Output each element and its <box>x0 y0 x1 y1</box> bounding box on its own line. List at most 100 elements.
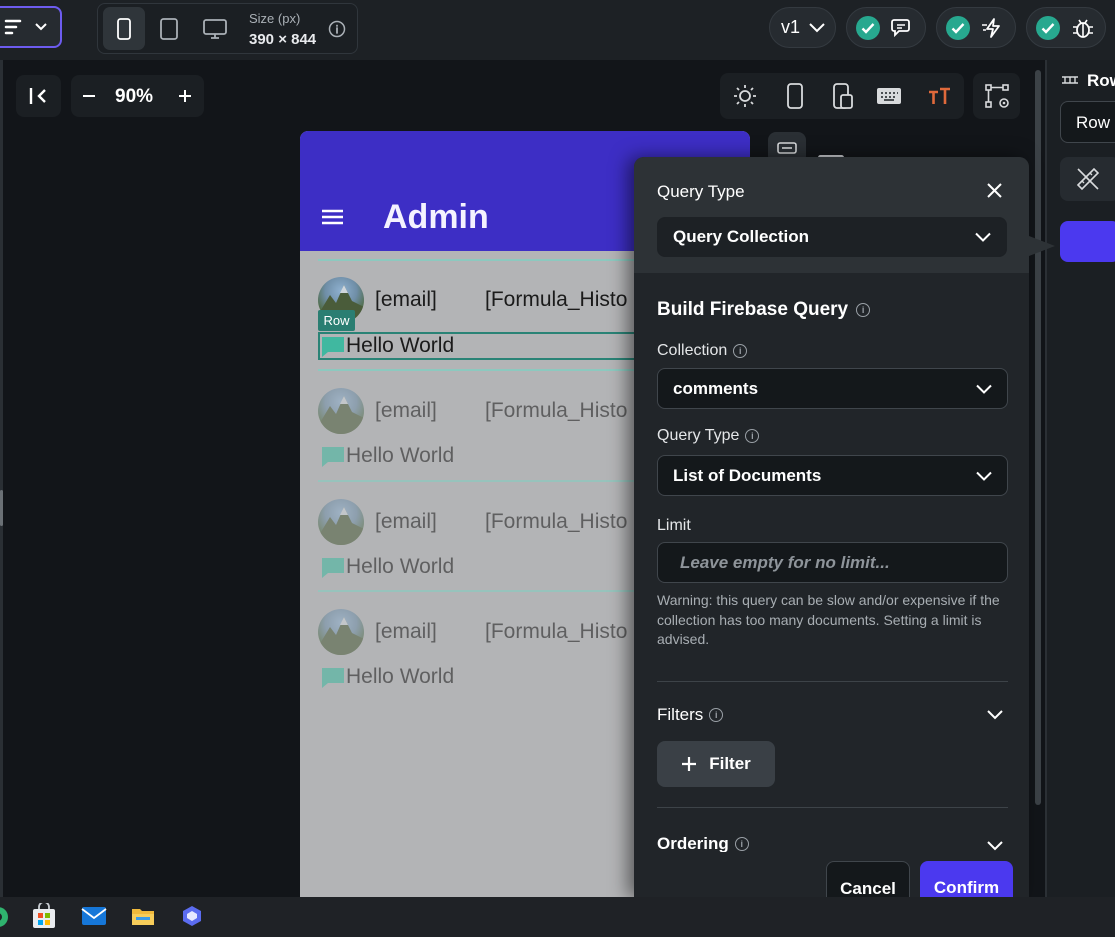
limit-warning: Warning: this query can be slow and/or e… <box>657 592 1000 647</box>
email-text: [email] <box>375 620 437 643</box>
collapse-panel-button[interactable] <box>16 75 61 117</box>
panel-edge <box>1045 60 1047 897</box>
os-taskbar <box>0 897 1115 937</box>
device-frame-icon[interactable] <box>787 83 803 109</box>
mobile-device-button[interactable] <box>103 7 145 50</box>
widget-name-field[interactable]: Row <box>1060 101 1115 143</box>
formula-text: [Formula_Histo <box>485 510 628 533</box>
desktop-device-button[interactable] <box>200 12 230 46</box>
add-filter-label: Filter <box>709 754 751 773</box>
avatar <box>318 499 364 545</box>
add-filter-button[interactable]: Filter <box>657 741 775 787</box>
message-text: Hello World <box>346 444 455 467</box>
version-label: v1 <box>781 17 801 37</box>
chevron-down-icon[interactable] <box>986 709 1004 720</box>
check-circle-icon <box>946 15 970 40</box>
left-panel-scrollbar[interactable] <box>0 490 3 526</box>
debug-status-button[interactable] <box>1026 7 1106 48</box>
desktop-icon <box>203 19 227 39</box>
message-text: Hello World <box>346 334 455 357</box>
browser-icon[interactable] <box>0 905 10 929</box>
section-title-text: Build Firebase Query <box>657 299 849 320</box>
chevron-down-icon <box>809 23 825 33</box>
query-type-header: Query Type Query Collection <box>634 157 1029 273</box>
check-circle-icon <box>1036 15 1060 40</box>
row-widget-icon <box>1062 76 1078 84</box>
version-dropdown[interactable]: v1 <box>769 7 836 48</box>
responsive-icon[interactable] <box>833 83 853 109</box>
query-dialog: Query Type Query Collection Build Fireba… <box>634 157 1029 897</box>
size-value: 390 × 844 <box>249 31 317 48</box>
limit-input[interactable]: Leave empty for no limit... <box>657 542 1008 583</box>
collection-value: comments <box>673 378 759 398</box>
menu-icon[interactable] <box>321 209 344 225</box>
limit-label: Limit <box>657 517 691 534</box>
info-icon[interactable]: i <box>734 837 749 851</box>
text-scale-icon[interactable] <box>927 86 951 106</box>
document-type-value: List of Documents <box>673 465 822 485</box>
list-item[interactable]: [email] [Formula_Histo Hello World <box>318 499 648 583</box>
chevron-down-icon <box>35 23 47 31</box>
document-type-select[interactable]: List of Documents <box>657 455 1008 496</box>
query-type-select[interactable]: Query Collection <box>657 217 1007 257</box>
query-type-value: Query Collection <box>673 227 810 246</box>
info-icon[interactable]: i <box>733 344 748 358</box>
avatar <box>318 388 364 434</box>
chat-bubble-icon <box>322 447 344 467</box>
chevron-down-icon <box>976 471 992 481</box>
copilot-icon[interactable] <box>180 904 204 928</box>
selection-tag[interactable]: Row <box>318 310 355 331</box>
filters-header[interactable]: Filters i <box>657 705 724 725</box>
chat-bubbles-icon <box>891 18 910 37</box>
cancel-button[interactable]: Cancel <box>826 861 910 897</box>
row-widget-icon <box>777 142 797 154</box>
file-explorer-icon[interactable] <box>131 906 155 926</box>
divider <box>318 590 648 592</box>
collapse-left-icon <box>29 88 46 104</box>
chat-bubble-icon <box>322 668 344 688</box>
chevron-down-icon[interactable] <box>986 840 1004 851</box>
store-icon[interactable] <box>32 903 56 929</box>
tree-settings-icon <box>984 84 1009 108</box>
mountain-image-icon <box>318 507 364 545</box>
info-icon[interactable]: i <box>709 708 724 722</box>
query-type2-label: Query Type i <box>657 427 760 445</box>
section-divider <box>657 681 1008 682</box>
collection-select[interactable]: comments <box>657 368 1008 409</box>
list-item[interactable]: [email] [Formula_Histo Row Hello World <box>318 277 648 361</box>
ruler-pencil-icon <box>1076 167 1100 191</box>
comments-status-button[interactable] <box>846 7 926 48</box>
phone-icon <box>117 17 131 40</box>
info-icon[interactable] <box>328 20 346 38</box>
ordering-header[interactable]: Ordering i <box>657 836 749 852</box>
project-menu-button[interactable] <box>0 6 62 48</box>
keyboard-icon[interactable] <box>876 86 902 106</box>
primary-action-button[interactable] <box>1060 221 1115 262</box>
filters-label: Filters <box>657 705 704 724</box>
collection-label-text: Collection <box>657 342 728 359</box>
pencil-ruler-button[interactable] <box>1060 157 1115 201</box>
zoom-in-icon[interactable] <box>177 88 193 104</box>
list-item[interactable]: [email] [Formula_Histo Hello World <box>318 388 648 472</box>
app-title: Admin <box>383 198 489 236</box>
tablet-device-button[interactable] <box>154 12 184 46</box>
light-mode-icon[interactable] <box>733 84 757 108</box>
query-type-label: Query Type <box>657 182 745 201</box>
email-text: [email] <box>375 399 437 422</box>
formula-text: [Formula_Histo <box>485 620 628 643</box>
close-icon[interactable] <box>986 182 1003 199</box>
widget-name-value: Row <box>1076 113 1111 132</box>
list-item[interactable]: [email] [Formula_Histo Hello World <box>318 609 648 693</box>
canvas-scrollbar[interactable] <box>1035 70 1041 805</box>
zoom-level: 90% <box>115 86 154 107</box>
info-icon[interactable]: i <box>745 429 760 443</box>
confirm-button[interactable]: Confirm <box>920 861 1013 897</box>
limit-placeholder: Leave empty for no limit... <box>680 553 890 572</box>
info-icon[interactable]: i <box>856 303 871 317</box>
zoom-out-icon[interactable] <box>81 88 97 104</box>
mail-icon[interactable] <box>81 906 107 926</box>
size-label: Size (px) <box>249 11 301 26</box>
section-title: Build Firebase Query i <box>657 299 871 321</box>
widget-tree-settings-button[interactable] <box>973 73 1020 119</box>
actions-status-button[interactable] <box>936 7 1016 48</box>
